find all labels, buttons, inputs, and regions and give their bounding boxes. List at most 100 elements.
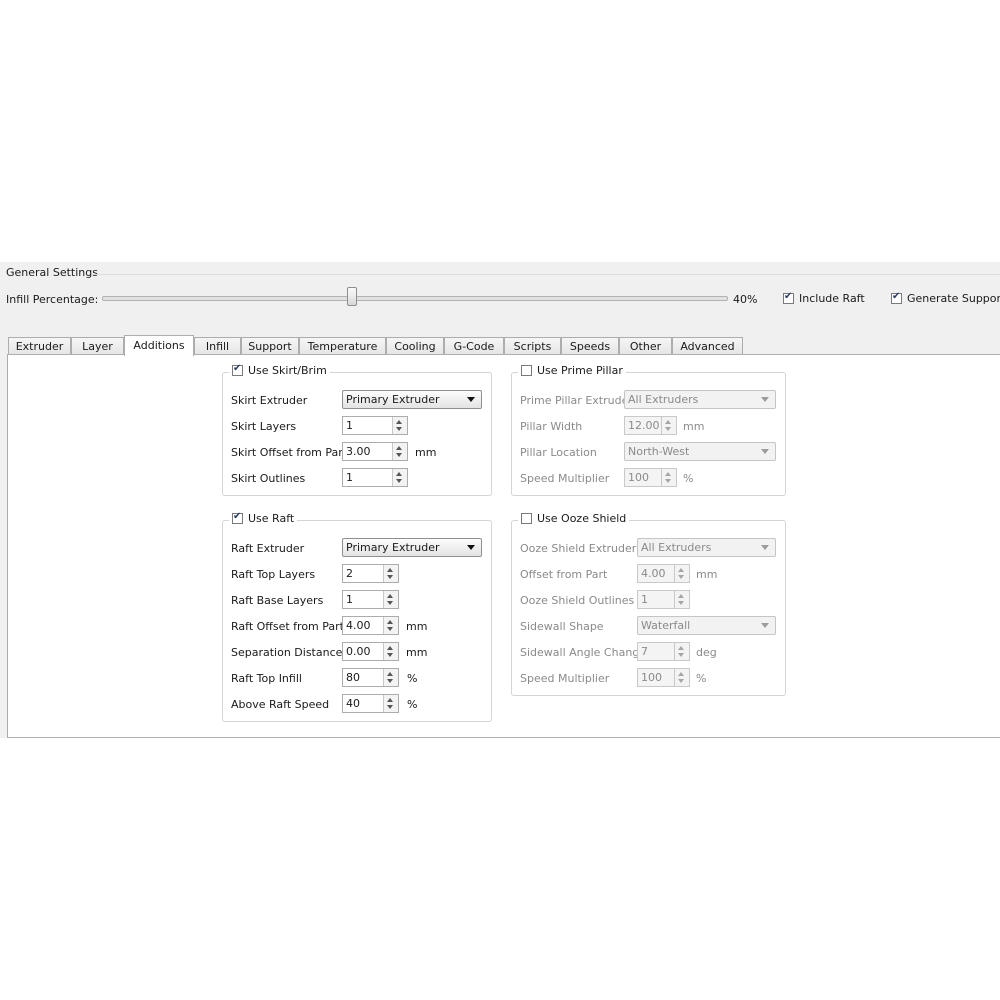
tab-support[interactable]: Support bbox=[241, 337, 299, 355]
chevron-down-icon[interactable] bbox=[387, 705, 393, 709]
chevron-up-icon[interactable] bbox=[678, 594, 684, 598]
raft-offset-spinbox[interactable]: 4.00 bbox=[342, 616, 399, 635]
ooze-shield-outlines-spinbox[interactable]: 1 bbox=[637, 590, 690, 609]
chevron-up-icon[interactable] bbox=[387, 646, 393, 650]
chevron-down-icon[interactable] bbox=[396, 453, 402, 457]
chevron-up-icon[interactable] bbox=[678, 568, 684, 572]
spin-buttons[interactable] bbox=[383, 643, 398, 660]
chevron-up-icon[interactable] bbox=[396, 472, 402, 476]
sidewall-shape-value: Waterfall bbox=[641, 619, 691, 632]
ooze-offset-spinbox[interactable]: 4.00 bbox=[637, 564, 690, 583]
skirt-layers-spinbox[interactable]: 1 bbox=[342, 416, 408, 435]
spin-buttons[interactable] bbox=[674, 591, 689, 608]
raft-top-layers-spinbox[interactable]: 2 bbox=[342, 564, 399, 583]
spin-buttons[interactable] bbox=[392, 469, 407, 486]
generate-support-checkbox[interactable]: Generate Support bbox=[891, 291, 1000, 305]
prime-pillar-extruder-dropdown[interactable]: All Extruders bbox=[624, 390, 776, 409]
chevron-down-icon[interactable] bbox=[678, 653, 684, 657]
use-skirt-brim-checkbox[interactable]: Use Skirt/Brim bbox=[229, 363, 330, 377]
spin-buttons[interactable] bbox=[383, 565, 398, 582]
pillar-location-dropdown[interactable]: North-West bbox=[624, 442, 776, 461]
spin-buttons[interactable] bbox=[674, 643, 689, 660]
chevron-down-icon[interactable] bbox=[678, 601, 684, 605]
pillar-width-spinbox[interactable]: 12.00 bbox=[624, 416, 677, 435]
separation-distance-spinbox[interactable]: 0.00 bbox=[342, 642, 399, 661]
use-prime-pillar-checkbox[interactable]: Use Prime Pillar bbox=[518, 364, 626, 377]
spin-buttons[interactable] bbox=[383, 695, 398, 712]
raft-top-infill-spinbox[interactable]: 80 bbox=[342, 668, 399, 687]
chevron-down-icon[interactable] bbox=[396, 427, 402, 431]
skirt-offset-value: 3.00 bbox=[346, 445, 371, 458]
raft-extruder-dropdown[interactable]: Primary Extruder bbox=[342, 538, 482, 557]
chevron-up-icon[interactable] bbox=[678, 672, 684, 676]
include-raft-checkbox[interactable]: Include Raft bbox=[783, 291, 865, 305]
skirt-extruder-dropdown[interactable]: Primary Extruder bbox=[342, 390, 482, 409]
chevron-down-icon[interactable] bbox=[387, 627, 393, 631]
tab-advanced[interactable]: Advanced bbox=[672, 337, 743, 355]
pillar-speed-multiplier-spinbox[interactable]: 100 bbox=[624, 468, 677, 487]
tab-other[interactable]: Other bbox=[619, 337, 672, 355]
chevron-down-icon[interactable] bbox=[387, 601, 393, 605]
chevron-up-icon[interactable] bbox=[387, 594, 393, 598]
tab-g-code[interactable]: G-Code bbox=[444, 337, 504, 355]
skirt-outlines-spinbox[interactable]: 1 bbox=[342, 468, 408, 487]
tab-infill[interactable]: Infill bbox=[194, 337, 241, 355]
chevron-down-icon[interactable] bbox=[387, 575, 393, 579]
tab-additions[interactable]: Additions bbox=[124, 335, 194, 356]
ooze-shield-extruder-dropdown[interactable]: All Extruders bbox=[637, 538, 776, 557]
chevron-up-icon[interactable] bbox=[396, 446, 402, 450]
chevron-up-icon[interactable] bbox=[678, 646, 684, 650]
raft-base-layers-spinbox[interactable]: 1 bbox=[342, 590, 399, 609]
checkbox-checked-icon[interactable] bbox=[232, 511, 243, 524]
checkbox-checked-icon[interactable] bbox=[891, 291, 902, 304]
spin-buttons[interactable] bbox=[661, 469, 676, 486]
use-raft-checkbox[interactable]: Use Raft bbox=[229, 511, 298, 525]
use-ooze-shield-checkbox[interactable]: Use Ooze Shield bbox=[518, 512, 630, 525]
spin-buttons[interactable] bbox=[383, 591, 398, 608]
checkbox-unchecked-icon[interactable] bbox=[521, 512, 532, 524]
chevron-down-icon[interactable] bbox=[665, 427, 671, 431]
spin-buttons[interactable] bbox=[674, 669, 689, 686]
chevron-up-icon[interactable] bbox=[387, 672, 393, 676]
spin-buttons[interactable] bbox=[392, 443, 407, 460]
sidewall-shape-dropdown[interactable]: Waterfall bbox=[637, 616, 776, 635]
chevron-up-icon[interactable] bbox=[396, 420, 402, 424]
chevron-up-icon[interactable] bbox=[665, 420, 671, 424]
tab-cooling[interactable]: Cooling bbox=[386, 337, 444, 355]
spin-buttons[interactable] bbox=[383, 669, 398, 686]
chevron-down-icon[interactable] bbox=[387, 679, 393, 683]
chevron-down-icon[interactable] bbox=[678, 679, 684, 683]
checkbox-unchecked-icon[interactable] bbox=[521, 364, 532, 376]
infill-percentage-label: Infill Percentage: bbox=[6, 293, 99, 306]
ooze-offset-value: 4.00 bbox=[641, 567, 666, 580]
chevron-down-icon[interactable] bbox=[387, 653, 393, 657]
tab-extruder[interactable]: Extruder bbox=[8, 337, 71, 355]
chevron-down-icon[interactable] bbox=[396, 479, 402, 483]
tab-layer[interactable]: Layer bbox=[71, 337, 124, 355]
general-settings-divider bbox=[92, 274, 1000, 275]
chevron-up-icon[interactable] bbox=[665, 472, 671, 476]
chevron-down-icon[interactable] bbox=[665, 479, 671, 483]
chevron-down-icon[interactable] bbox=[678, 575, 684, 579]
spin-buttons[interactable] bbox=[661, 417, 676, 434]
chevron-up-icon[interactable] bbox=[387, 620, 393, 624]
tab-scripts[interactable]: Scripts bbox=[504, 337, 561, 355]
ooze-offset-unit: mm bbox=[696, 568, 718, 581]
ooze-speed-multiplier-spinbox[interactable]: 100 bbox=[637, 668, 690, 687]
skirt-offset-spinbox[interactable]: 3.00 bbox=[342, 442, 408, 461]
sidewall-angle-change-spinbox[interactable]: 7 bbox=[637, 642, 690, 661]
tab-speeds[interactable]: Speeds bbox=[561, 337, 619, 355]
checkbox-checked-icon[interactable] bbox=[232, 363, 243, 376]
above-raft-speed-spinbox[interactable]: 40 bbox=[342, 694, 399, 713]
checkbox-checked-icon[interactable] bbox=[783, 291, 794, 304]
spin-buttons[interactable] bbox=[674, 565, 689, 582]
infill-slider-track[interactable] bbox=[102, 296, 728, 301]
skirt-outlines-value: 1 bbox=[346, 471, 353, 484]
infill-percentage-value: 40% bbox=[733, 293, 758, 306]
chevron-up-icon[interactable] bbox=[387, 568, 393, 572]
chevron-up-icon[interactable] bbox=[387, 698, 393, 702]
infill-slider-handle[interactable] bbox=[347, 287, 357, 306]
spin-buttons[interactable] bbox=[392, 417, 407, 434]
tab-temperature[interactable]: Temperature bbox=[299, 337, 386, 355]
spin-buttons[interactable] bbox=[383, 617, 398, 634]
